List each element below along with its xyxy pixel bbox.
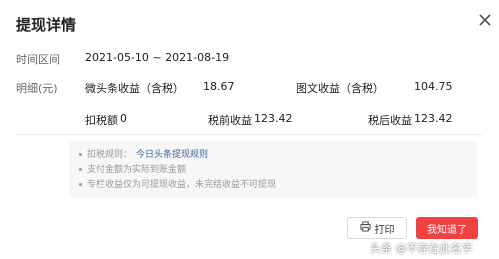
rule-item-payment: 支付金额为实际到账金额 bbox=[79, 162, 186, 175]
divider bbox=[16, 134, 482, 135]
rule-item-tax: 扣税规则： 今日头条提现规则 bbox=[79, 147, 208, 160]
detail-label: 明细(元) bbox=[16, 82, 58, 95]
got-it-button[interactable]: 我知道了 bbox=[416, 217, 478, 239]
weitoutiao-income-label: 微头条收益（含税） bbox=[85, 82, 184, 95]
bullet-icon bbox=[79, 153, 82, 156]
rules-box: 扣税规则： 今日头条提现规则 支付金额为实际到账金额 专栏收益仅为可提现收益，未完… bbox=[69, 141, 478, 197]
printer-icon bbox=[359, 221, 371, 235]
post-tax-label: 税后收益 bbox=[368, 114, 412, 127]
pre-tax-label: 税前收益 bbox=[208, 114, 252, 127]
time-range-label: 时间区间 bbox=[16, 53, 60, 66]
watermark: 头条 @不存在此名字 bbox=[370, 242, 473, 255]
weitoutiao-income-value: 18.67 bbox=[203, 80, 235, 93]
rule-item-column: 专栏收益仅为可提现收益，未完结收益不可提现 bbox=[79, 177, 276, 190]
close-icon[interactable] bbox=[477, 12, 493, 28]
bullet-icon bbox=[79, 168, 82, 171]
tax-label: 扣税额 bbox=[85, 114, 118, 127]
post-tax-value: 123.42 bbox=[414, 112, 453, 125]
tax-value: 0 bbox=[120, 112, 127, 125]
print-button[interactable]: 打印 bbox=[347, 217, 407, 239]
dialog-title: 提现详情 bbox=[16, 16, 77, 34]
bullet-icon bbox=[79, 183, 82, 186]
print-label: 打印 bbox=[374, 224, 395, 236]
pre-tax-value: 123.42 bbox=[254, 112, 293, 125]
rule-column-text: 专栏收益仅为可提现收益，未完结收益不可提现 bbox=[87, 180, 277, 190]
rule-payment-text: 支付金额为实际到账金额 bbox=[87, 165, 187, 175]
rule-tax-prefix: 扣税规则： bbox=[87, 150, 133, 160]
article-income-label: 图文收益（含税） bbox=[296, 82, 384, 95]
withdraw-rules-link[interactable]: 今日头条提现规则 bbox=[136, 150, 208, 160]
withdraw-detail-dialog: 提现详情 时间区间 2021-05-10 ~ 2021-08-19 明细(元) … bbox=[0, 0, 499, 259]
time-range-value: 2021-05-10 ~ 2021-08-19 bbox=[85, 51, 230, 64]
article-income-value: 104.75 bbox=[414, 80, 453, 93]
